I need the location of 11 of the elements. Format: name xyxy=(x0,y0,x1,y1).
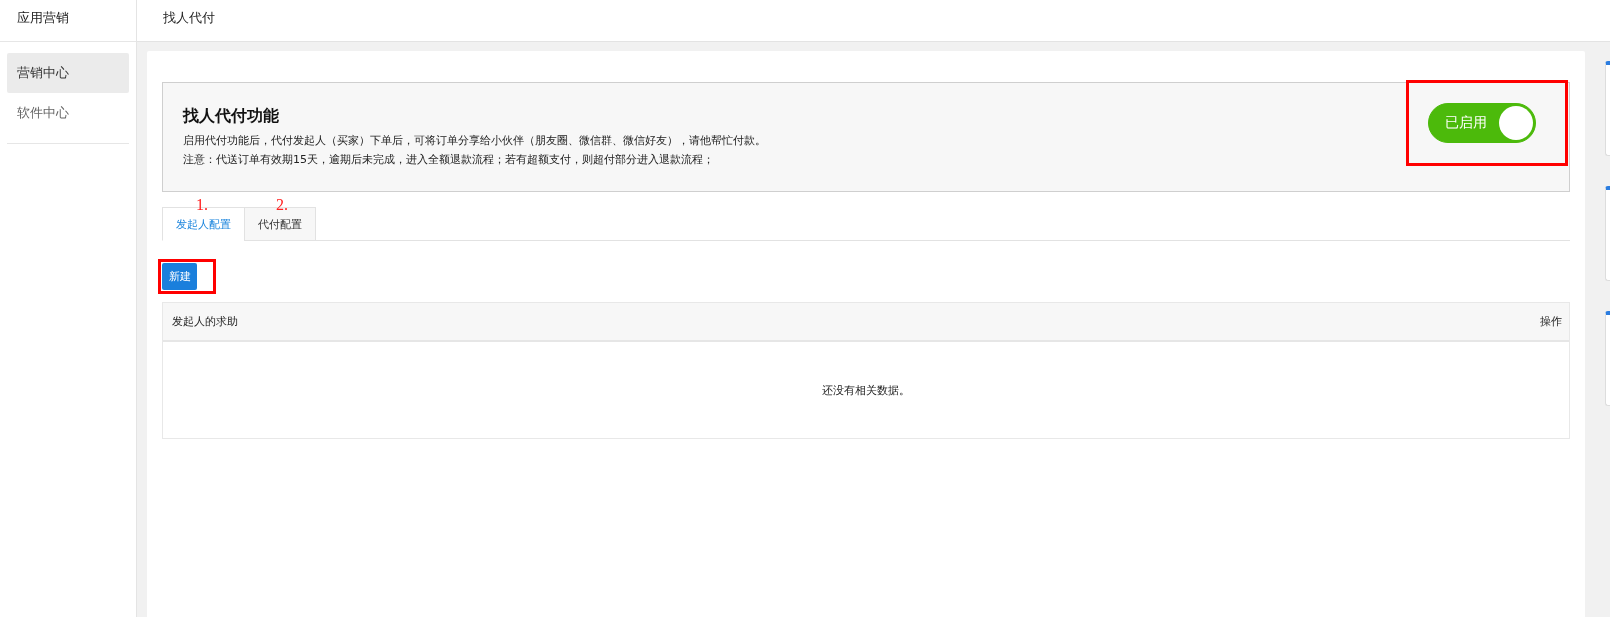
column-header: 操作 xyxy=(1540,314,1562,329)
column-header: 发起人的求助 xyxy=(172,314,238,329)
empty-message: 还没有相关数据。 xyxy=(822,382,910,398)
feature-title: 找人代付功能 xyxy=(183,106,280,127)
new-button[interactable]: 新建 xyxy=(162,263,197,290)
sidebar-item[interactable]: 软件中心 xyxy=(7,93,129,133)
feature-description: 启用代付功能后，代付发起人（买家）下单后，可将订单分享给小伙伴（朋友圈、微信群、微信好友），请他帮忙付款。 xyxy=(183,133,766,149)
feature-note: 注意：代送订单有效期15天，逾期后未完成，进入全额退款流程；若有超额支付，则超付部分进入退款流程； xyxy=(183,152,715,168)
sidebar-item[interactable]: 营销中心 xyxy=(7,53,129,93)
app-title: 应用营销 xyxy=(0,0,136,42)
page-title: 找人代付 xyxy=(163,10,215,25)
